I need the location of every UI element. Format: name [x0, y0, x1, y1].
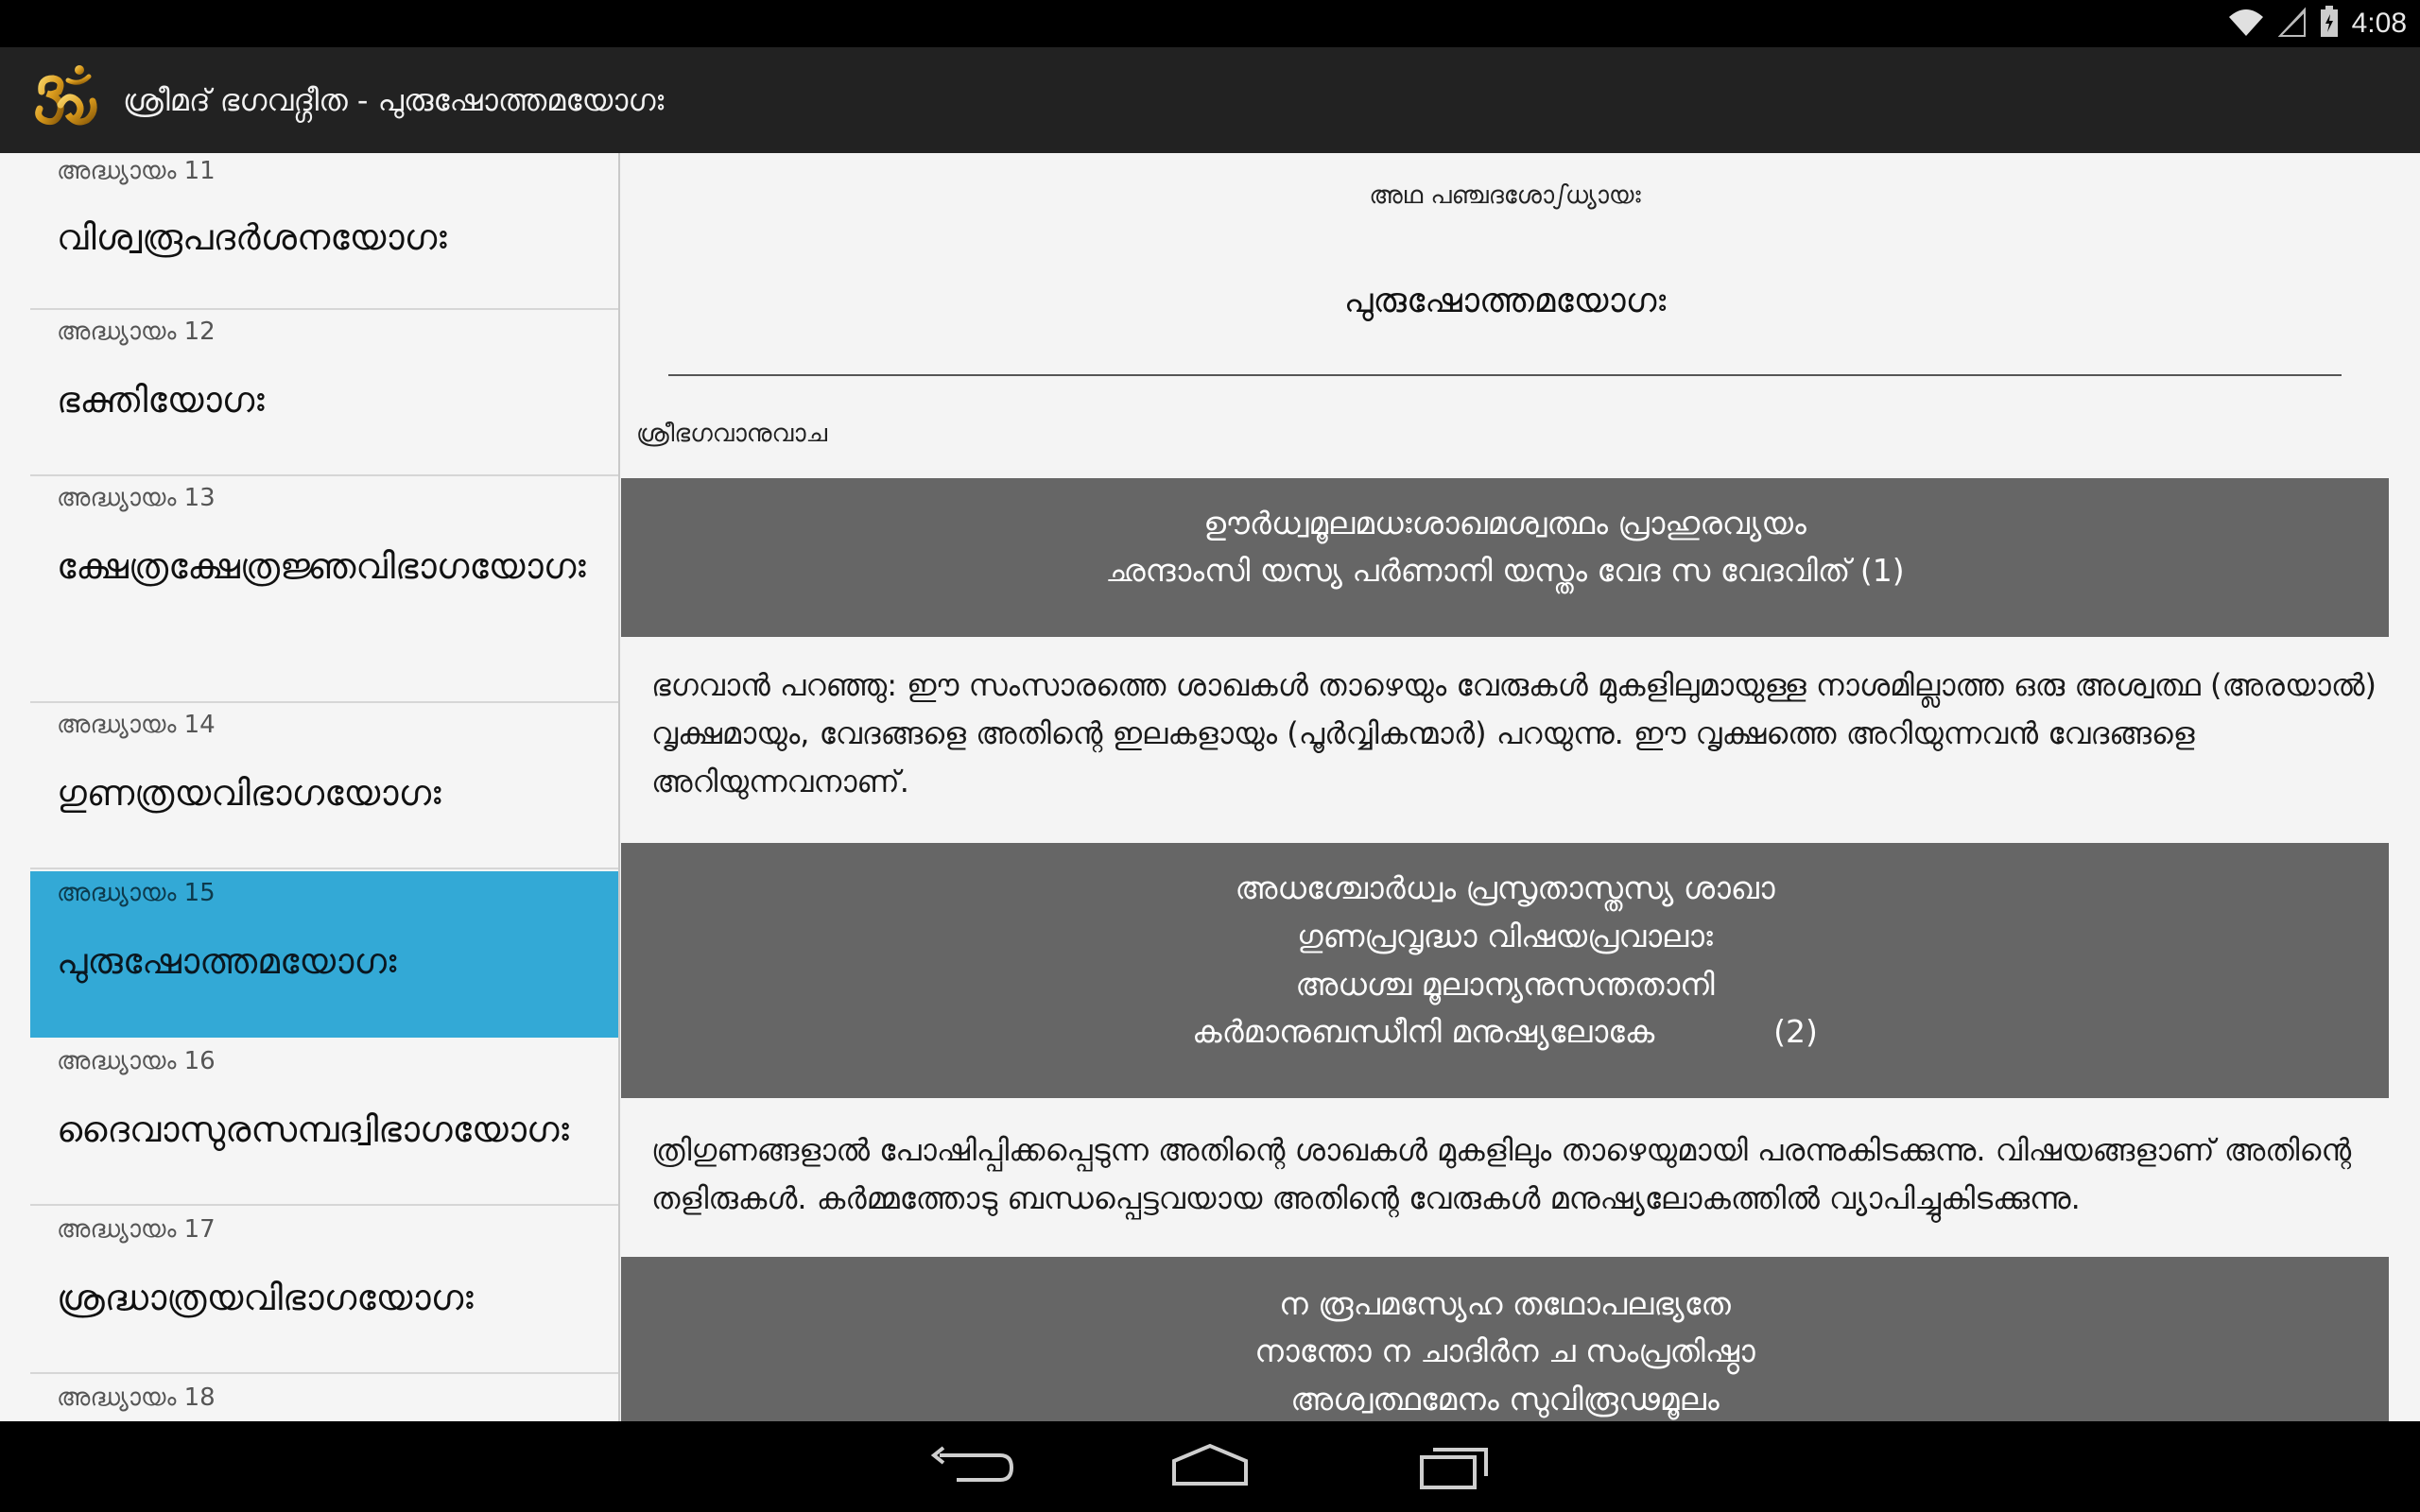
chapter-name: പുരുഷോത്തമയോഗഃ: [57, 940, 397, 982]
page-title: ശ്രീമദ് ഭഗവദ്ഗീത - പുരുഷോത്തമയോഗഃ: [123, 81, 665, 118]
verse-line: നാന്തോ ന ചാദിർന ച സംപ്രതിഷ്ഠാ: [1254, 1332, 1755, 1369]
chapter-name: ഭക്തിയോഗഃ: [57, 379, 265, 421]
chapter-number: അദ്ധ്യായം 14: [57, 711, 216, 739]
verse-line: അശ്വത്ഥമേനം സുവിരൂഢമൂലം: [1290, 1381, 1720, 1418]
chapter-number: അദ്ധ്യായം 13: [57, 484, 216, 512]
chapter-item-15-selected[interactable]: അദ്ധ്യായം 15 പുരുഷോത്തമയോഗഃ: [30, 871, 618, 1038]
chapter-item-17[interactable]: അദ്ധ്യായം 17 ശ്രദ്ധാത്രയവിഭാഗയോഗഃ: [30, 1208, 618, 1374]
chapter-number: അദ്ധ്യായം 12: [57, 318, 216, 346]
chapter-name: ഗുണത്രയവിഭാഗയോഗഃ: [57, 772, 441, 814]
om-icon[interactable]: [30, 63, 104, 137]
speaker-label: ശ്രീഭഗവാനുവാച: [636, 420, 827, 448]
verse-block: ഊർധ്വമൂലമധഃശാഖമശ്വത്ഥം പ്രാഹുരവ്യയം ഛന്ദ…: [621, 478, 2389, 637]
chapter-item-18[interactable]: അദ്ധ്യായം 18: [30, 1376, 618, 1421]
verse-line: കർമാനുബന്ധീനി മനുഷ്യലോകേ (2): [1192, 1013, 1818, 1050]
home-icon[interactable]: [1153, 1438, 1267, 1495]
verse-line: ഗുണപ്രവൃദ്ധാ വിഷയപ്രവാലാഃ: [1297, 918, 1713, 954]
chapter-name: ക്ഷേത്രക്ഷേത്രജ്ഞവിഭാഗയോഗഃ: [57, 545, 586, 587]
chapter-content[interactable]: അഥ പഞ്ചദശോഽധ്യായഃ പുരുഷോത്തമയോഗഃ ശ്രീഭഗവ…: [621, 153, 2420, 1421]
verse-meaning: ത്രിഗുണങ്ങളാൽ പോഷിപ്പിക്കപ്പെടുന്ന അതിന്…: [651, 1132, 2352, 1216]
navigation-bar: [0, 1421, 2420, 1512]
chapter-title: പുരുഷോത്തമയോഗഃ: [1343, 282, 1667, 320]
back-icon[interactable]: [911, 1438, 1025, 1495]
divider: [668, 374, 2342, 376]
chapter-number: അദ്ധ്യായം 17: [57, 1215, 216, 1244]
action-bar: ശ്രീമദ് ഭഗവദ്ഗീത - പുരുഷോത്തമയോഗഃ: [0, 47, 2420, 153]
chapter-name: വിശ്വരൂപദർശനയോഗഃ: [57, 216, 447, 258]
verse-block: അധശ്ചോർധ്വം പ്രസൃതാസ്തസ്യ ശാഖാ ഗുണപ്രവൃദ…: [621, 843, 2389, 1098]
chapter-number: അദ്ധ്യായം 15: [57, 879, 216, 907]
verse-block: ന രൂപമസ്യേഹ തഥോപലഭ്യതേ നാന്തോ ന ചാദിർന ച…: [621, 1257, 2389, 1421]
battery-icon: [2320, 6, 2339, 42]
verse-line: ഊർധ്വമൂലമധഃശാഖമശ്വത്ഥം പ്രാഹുരവ്യയം: [1203, 505, 1806, 541]
status-bar: 4:08: [0, 0, 2420, 47]
chapter-item-12[interactable]: അദ്ധ്യായം 12 ഭക്തിയോഗഃ: [30, 310, 618, 476]
chapter-item-13[interactable]: അദ്ധ്യായം 13 ക്ഷേത്രക്ഷേത്രജ്ഞവിഭാഗയോഗഃ: [30, 476, 618, 703]
chapter-name: ശ്രദ്ധാത്രയവിഭാഗയോഗഃ: [57, 1277, 474, 1318]
chapter-number: അദ്ധ്യായം 11: [57, 157, 216, 185]
verse-line: ന രൂപമസ്യേഹ തഥോപലഭ്യതേ: [1279, 1285, 1731, 1322]
chapter-number: അദ്ധ്യായം 18: [57, 1383, 216, 1412]
chapter-number: അദ്ധ്യായം 16: [57, 1047, 216, 1075]
clock-time: 4:08: [2351, 8, 2407, 39]
wifi-icon: [2227, 6, 2265, 42]
chapter-item-14[interactable]: അദ്ധ്യായം 14 ഗുണത്രയവിഭാഗയോഗഃ: [30, 703, 618, 869]
chapter-list[interactable]: അദ്ധ്യായം 11 വിശ്വരൂപദർശനയോഗഃ അദ്ധ്യായം …: [0, 153, 620, 1421]
verse-line: അധശ്ചോർധ്വം പ്രസൃതാസ്തസ്യ ശാഖാ: [1235, 869, 1775, 906]
recents-icon[interactable]: [1397, 1438, 1511, 1495]
verse-line: അധശ്ച മൂലാന്യനുസന്തതാനി: [1295, 966, 1715, 1003]
signal-icon: [2277, 6, 2307, 42]
verse-line: ഛന്ദാംസി യസ്യ പർണാനി യസ്തം വേദ സ വേദവിത്…: [1105, 552, 1905, 589]
chapter-item-11[interactable]: അദ്ധ്യായം 11 വിശ്വരൂപദർശനയോഗഃ: [30, 153, 618, 310]
verse-meaning: ഭഗവാൻ പറഞ്ഞു: ഈ സംസാരത്തെ ശാഖകൾ താഴെയും …: [651, 667, 2377, 799]
chapter-subtitle: അഥ പഞ്ചദശോഽധ്യായഃ: [1369, 181, 1641, 210]
chapter-item-16[interactable]: അദ്ധ്യായം 16 ദൈവാസുരസമ്പദ്വിഭാഗയോഗഃ: [30, 1040, 618, 1206]
chapter-name: ദൈവാസുരസമ്പദ്വിഭാഗയോഗഃ: [57, 1108, 569, 1150]
